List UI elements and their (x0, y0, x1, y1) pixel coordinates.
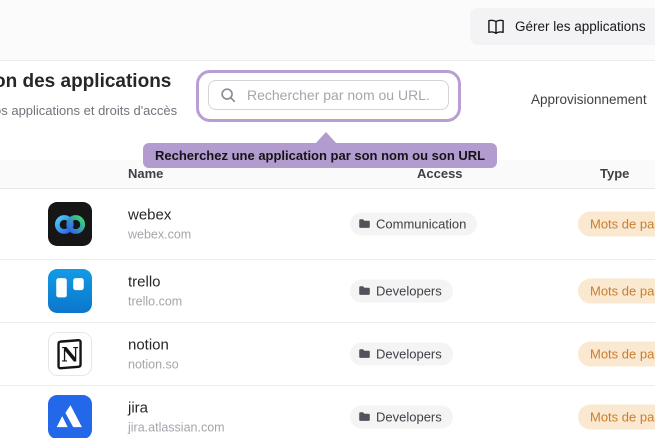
page-title: on des applications (0, 71, 171, 93)
app-name: webex (128, 206, 191, 223)
folder-icon (358, 348, 371, 361)
svg-text:N: N (61, 343, 79, 366)
manage-applications-button[interactable]: Gérer les applications (470, 8, 655, 45)
access-label: Developers (376, 347, 442, 362)
app-management-page: Gérer les applications on des applicatio… (0, 0, 655, 438)
search-highlight-ring (196, 70, 461, 122)
table-body: webex webex.com Communication Mots de pa… (0, 188, 655, 438)
folder-icon (358, 217, 371, 230)
app-name-block: webex webex.com (128, 206, 191, 241)
trello-app-icon (48, 269, 92, 313)
app-name-block: trello trello.com (128, 274, 182, 309)
notion-app-icon: N (48, 332, 92, 376)
table-row[interactable]: N notion notion.so Developers Mots de pa… (0, 323, 655, 386)
access-label: Developers (376, 410, 442, 425)
webex-app-icon (48, 202, 92, 246)
type-badge: Mots de passe (578, 405, 655, 430)
app-name: trello (128, 274, 182, 291)
type-badge: Mots de passe (578, 211, 655, 236)
search-tooltip: Recherchez une application par son nom o… (143, 143, 497, 168)
search-box[interactable] (208, 80, 449, 110)
app-domain: jira.atlassian.com (128, 421, 225, 435)
tooltip-arrow (315, 132, 337, 144)
jira-app-icon (48, 395, 92, 438)
access-badge: Communication (350, 212, 477, 235)
search-icon (219, 86, 237, 104)
access-badge: Developers (350, 343, 453, 366)
search-tooltip-text: Recherchez une application par son nom o… (155, 148, 485, 163)
table-row[interactable]: trello trello.com Developers Mots de pas… (0, 260, 655, 323)
app-name-block: notion notion.so (128, 337, 179, 372)
app-domain: notion.so (128, 358, 179, 372)
folder-icon (358, 285, 371, 298)
folder-icon (358, 411, 371, 424)
access-label: Developers (376, 284, 442, 299)
search-input[interactable] (245, 86, 438, 104)
column-header-type: Type (600, 160, 629, 188)
type-badge: Mots de passe (578, 342, 655, 367)
app-domain: trello.com (128, 295, 182, 309)
access-label: Communication (376, 216, 466, 231)
app-name: notion (128, 337, 179, 354)
open-book-icon (486, 17, 506, 37)
table-row[interactable]: webex webex.com Communication Mots de pa… (0, 188, 655, 260)
manage-applications-label: Gérer les applications (515, 19, 646, 34)
app-name-block: jira jira.atlassian.com (128, 400, 225, 435)
app-domain: webex.com (128, 227, 191, 241)
tab-provisioning[interactable]: Approvisionnement (531, 92, 647, 107)
access-badge: Developers (350, 406, 453, 429)
type-badge: Mots de passe (578, 279, 655, 304)
table-row[interactable]: jira jira.atlassian.com Developers Mots … (0, 386, 655, 438)
page-subtitle: os applications et droits d'accès (0, 103, 177, 118)
app-name: jira (128, 400, 225, 417)
access-badge: Developers (350, 280, 453, 303)
